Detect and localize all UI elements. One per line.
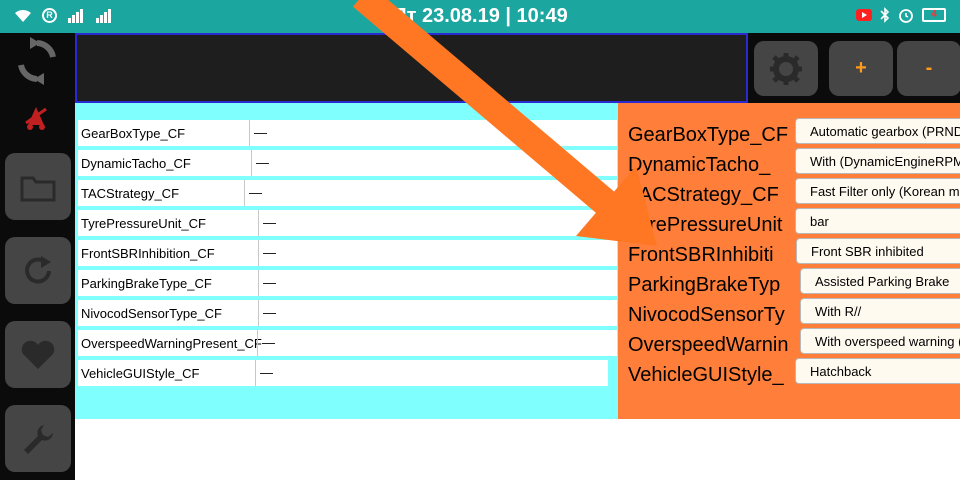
- minus-button[interactable]: -: [897, 41, 960, 96]
- top-input-area[interactable]: [75, 33, 748, 103]
- divider: [249, 120, 250, 146]
- bluetooth-icon: [880, 7, 890, 23]
- gear-button[interactable]: [754, 41, 818, 96]
- param-name: OverspeedWarningPresent_CF: [81, 336, 262, 351]
- folder-icon: [20, 176, 56, 201]
- detail-value-select[interactable]: Automatic gearbox (PRND: [795, 118, 960, 144]
- heart-icon: [21, 340, 55, 369]
- divider: [244, 180, 245, 206]
- divider: [255, 360, 256, 386]
- param-name: TACStrategy_CF: [81, 186, 180, 201]
- detail-value-select[interactable]: With overspeed warning (: [800, 328, 960, 354]
- param-value: —: [260, 365, 273, 380]
- divider: [257, 330, 258, 356]
- detail-label: DynamicTacho_: [628, 154, 771, 176]
- gear-icon: [770, 52, 802, 85]
- favorites-button[interactable]: [5, 321, 71, 388]
- param-value: —: [263, 215, 276, 230]
- empty-bottom-area: [75, 419, 960, 480]
- param-value: —: [263, 275, 276, 290]
- param-value: —: [249, 185, 262, 200]
- detail-value-select[interactable]: Hatchback: [795, 358, 960, 384]
- youtube-icon: [856, 9, 872, 21]
- table-row[interactable]: FrontSBRInhibition_CF —: [78, 240, 617, 266]
- detail-value-select[interactable]: With R//: [800, 298, 960, 324]
- detail-value-select[interactable]: bar: [795, 208, 960, 234]
- divider: [258, 210, 259, 236]
- detail-value-select[interactable]: Front SBR inhibited: [796, 238, 960, 264]
- table-row[interactable]: TyrePressureUnit_CF —: [78, 210, 617, 236]
- wrench-icon: [24, 424, 53, 454]
- status-clock: Пт 23.08.19 | 10:49: [392, 5, 568, 27]
- table-row[interactable]: NivocodSensorType_CF —: [78, 300, 617, 326]
- connection-status-icon: [25, 107, 47, 130]
- detail-label: FrontSBRInhibiti: [628, 244, 774, 266]
- detail-label: TyrePressureUnit: [628, 214, 783, 236]
- detail-label: ParkingBrakeTyp: [628, 274, 781, 296]
- sidebar: [0, 33, 75, 480]
- divider: [258, 240, 259, 266]
- table-row[interactable]: VehicleGUIStyle_CF —: [78, 360, 608, 386]
- divider: [258, 300, 259, 326]
- param-value: —: [256, 155, 269, 170]
- param-value: —: [263, 245, 276, 260]
- refresh-button[interactable]: [5, 237, 71, 304]
- battery-icon: 4: [922, 8, 946, 22]
- divider: [251, 150, 252, 176]
- table-row[interactable]: OverspeedWarningPresent_CF —: [78, 330, 617, 356]
- detail-label: TACStrategy_CF: [628, 184, 779, 206]
- detail-value-select[interactable]: Fast Filter only (Korean ma: [795, 178, 960, 204]
- table-row[interactable]: GearBoxType_CF —: [78, 120, 617, 146]
- sync-icon[interactable]: [16, 37, 58, 85]
- detail-label: OverspeedWarnin: [628, 334, 789, 356]
- detail-value-select[interactable]: Assisted Parking Brake: [800, 268, 960, 294]
- param-name: TyrePressureUnit_CF: [81, 216, 206, 231]
- param-name: DynamicTacho_CF: [81, 156, 191, 171]
- param-name: GearBoxType_CF: [81, 126, 186, 141]
- status-bar: R Пт 23.08.19 | 10:49 4: [0, 0, 960, 33]
- detail-label: GearBoxType_CF: [628, 124, 789, 146]
- alarm-icon: [899, 9, 913, 23]
- detail-label: NivocodSensorTy: [628, 304, 785, 326]
- plus-button[interactable]: +: [829, 41, 893, 96]
- settings-wrench-button[interactable]: [5, 405, 71, 472]
- detail-label: VehicleGUIStyle_: [628, 364, 784, 386]
- parameter-detail-panel: GearBoxType_CF Automatic gearbox (PRND D…: [618, 103, 960, 419]
- table-row[interactable]: ParkingBrakeType_CF —: [78, 270, 617, 296]
- table-row[interactable]: TACStrategy_CF —: [78, 180, 617, 206]
- param-name: NivocodSensorType_CF: [81, 306, 222, 321]
- param-value: —: [262, 335, 275, 350]
- parameter-list-panel: GearBoxType_CF — DynamicTacho_CF — TACSt…: [75, 103, 618, 419]
- param-name: FrontSBRInhibition_CF: [81, 246, 215, 261]
- status-icons-right: 4: [856, 7, 946, 23]
- table-row[interactable]: DynamicTacho_CF —: [78, 150, 617, 176]
- param-name: ParkingBrakeType_CF: [81, 276, 212, 291]
- param-name: VehicleGUIStyle_CF: [81, 366, 200, 381]
- param-value: —: [254, 125, 267, 140]
- detail-value-select[interactable]: With (DynamicEngineRPM): [795, 148, 960, 174]
- refresh-icon: [25, 255, 51, 283]
- top-toolbar: + -: [748, 33, 960, 103]
- param-value: —: [263, 305, 276, 320]
- divider: [258, 270, 259, 296]
- folder-button[interactable]: [5, 153, 71, 220]
